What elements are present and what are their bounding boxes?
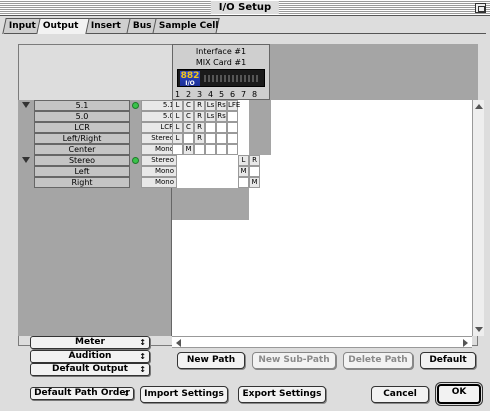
channel-assignment-cell[interactable] bbox=[183, 133, 194, 144]
path-active-icon[interactable] bbox=[132, 157, 139, 164]
popup-arrows-icon: ↕ bbox=[123, 389, 130, 398]
channel-assignment-cell[interactable]: R bbox=[194, 111, 205, 122]
channel-number: 5 bbox=[218, 90, 225, 99]
popup-arrows-icon: ↕ bbox=[139, 352, 146, 361]
audition-popup[interactable]: Audition ↕ bbox=[30, 350, 150, 363]
disclosure-triangle-icon[interactable] bbox=[22, 102, 30, 108]
channel-assignment-cell[interactable]: L bbox=[172, 100, 183, 111]
channel-number: 4 bbox=[207, 90, 214, 99]
title-bar[interactable]: I/O Setup bbox=[0, 0, 490, 16]
path-name-button[interactable]: Left bbox=[34, 166, 130, 177]
channel-assignment-cell[interactable] bbox=[227, 144, 238, 155]
path-name-button[interactable]: 5.0 bbox=[34, 111, 130, 122]
channel-assignment-cell[interactable] bbox=[227, 111, 238, 122]
tab-sample-cell[interactable]: Sample Cell bbox=[152, 18, 220, 34]
card-name: MIX Card #1 bbox=[195, 58, 247, 67]
cancel-button[interactable]: Cancel bbox=[371, 386, 429, 403]
hardware-image: 882 I/O bbox=[177, 69, 265, 87]
path-name-button[interactable]: Right bbox=[34, 177, 130, 188]
channel-assignment-cell[interactable]: L bbox=[172, 122, 183, 133]
vertical-scrollbar[interactable] bbox=[472, 100, 484, 336]
disclosure-triangle-icon[interactable] bbox=[22, 157, 30, 163]
path-name-button[interactable]: Left/Right bbox=[34, 133, 130, 144]
io-setup-window: I/O Setup Input Output Insert Bus Sample… bbox=[0, 0, 490, 411]
tab-insert[interactable]: Insert bbox=[84, 18, 132, 34]
channel-assignment-cell[interactable] bbox=[172, 144, 183, 155]
channel-assignment-cell[interactable] bbox=[216, 144, 227, 155]
channel-assignment-cell[interactable]: R bbox=[194, 122, 205, 133]
meter-popup[interactable]: Meter ↕ bbox=[30, 336, 150, 349]
channel-assignment-cell[interactable]: M bbox=[249, 177, 260, 188]
channel-assignment-cell[interactable]: Rs bbox=[216, 111, 227, 122]
channel-number: 6 bbox=[229, 90, 236, 99]
channel-number: 1 bbox=[174, 90, 181, 99]
channel-assignment-cell[interactable]: Rs bbox=[216, 100, 227, 111]
channel-number: 7 bbox=[240, 90, 247, 99]
channel-assignment-cell[interactable] bbox=[194, 144, 205, 155]
scroll-down-arrow-icon[interactable] bbox=[475, 327, 483, 332]
default-button[interactable]: Default bbox=[420, 352, 476, 369]
path-name-button[interactable]: 5.1 bbox=[34, 100, 130, 111]
channel-assignment-cell[interactable] bbox=[238, 177, 249, 188]
zoom-box-icon[interactable] bbox=[475, 3, 486, 13]
channel-assignment-cell[interactable] bbox=[249, 166, 260, 177]
device-front-panel bbox=[204, 75, 260, 82]
channel-assignment-cell[interactable] bbox=[205, 144, 216, 155]
channel-assignment-cell[interactable]: Ls bbox=[205, 111, 216, 122]
window-title: I/O Setup bbox=[210, 1, 280, 14]
channel-assignment-cell[interactable] bbox=[227, 133, 238, 144]
import-settings-button[interactable]: Import Settings bbox=[140, 386, 228, 403]
scroll-up-arrow-icon[interactable] bbox=[475, 104, 483, 109]
scroll-left-arrow-icon[interactable] bbox=[176, 339, 181, 347]
path-name-button[interactable]: LCR bbox=[34, 122, 130, 133]
interface-name: Interface #1 bbox=[195, 47, 247, 56]
device-badge: 882 I/O bbox=[180, 71, 200, 87]
device-type: I/O bbox=[185, 80, 195, 87]
channel-assignment-cell[interactable]: C bbox=[183, 111, 194, 122]
path-name-button[interactable]: Stereo bbox=[34, 155, 130, 166]
ok-button[interactable]: OK bbox=[437, 384, 481, 404]
channel-assignment-cell[interactable] bbox=[227, 122, 238, 133]
channel-assignment-cell[interactable]: C bbox=[183, 122, 194, 133]
channel-assignment-cell[interactable] bbox=[205, 122, 216, 133]
channel-number: 2 bbox=[185, 90, 192, 99]
path-name-button[interactable]: Center bbox=[34, 144, 130, 155]
channel-assignment-cell[interactable] bbox=[216, 133, 227, 144]
export-settings-button[interactable]: Export Settings bbox=[238, 386, 326, 403]
delete-path-button[interactable]: Delete Path bbox=[343, 352, 413, 369]
new-sub-path-button[interactable]: New Sub-Path bbox=[252, 352, 336, 369]
popup-arrows-icon: ↕ bbox=[139, 338, 146, 347]
default-output-popup[interactable]: Default Output ↕ bbox=[30, 363, 150, 376]
path-format: Stereo bbox=[141, 155, 177, 166]
popup-arrows-icon: ↕ bbox=[139, 365, 146, 374]
channel-assignment-cell[interactable]: C bbox=[183, 100, 194, 111]
tab-output[interactable]: Output bbox=[36, 18, 90, 34]
channel-assignment-cell[interactable]: L bbox=[238, 155, 249, 166]
channel-assignment-cell[interactable] bbox=[205, 133, 216, 144]
channel-assignment-cell[interactable]: L bbox=[172, 111, 183, 122]
path-active-icon[interactable] bbox=[132, 102, 139, 109]
new-path-button[interactable]: New Path bbox=[177, 352, 245, 369]
path-format: Mono bbox=[141, 166, 177, 177]
scroll-right-arrow-icon[interactable] bbox=[463, 339, 468, 347]
default-path-order-popup[interactable]: Default Path Order ↕ bbox=[30, 387, 134, 400]
channel-assignment-cell[interactable] bbox=[216, 122, 227, 133]
channel-assignment-cell[interactable]: R bbox=[194, 133, 205, 144]
channel-assignment-cell[interactable]: L bbox=[172, 133, 183, 144]
channel-assignment-cell[interactable]: M bbox=[183, 144, 194, 155]
channel-assignment-cell[interactable]: R bbox=[249, 155, 260, 166]
channel-assignment-cell[interactable]: M bbox=[238, 166, 249, 177]
channel-assignment-cell[interactable]: R bbox=[194, 100, 205, 111]
channel-number: 8 bbox=[251, 90, 258, 99]
channel-assignment-cell[interactable]: LFE bbox=[227, 100, 240, 111]
channel-number: 3 bbox=[196, 90, 203, 99]
horizontal-scrollbar[interactable] bbox=[172, 336, 472, 348]
channel-assignment-cell[interactable]: Ls bbox=[205, 100, 216, 111]
path-format: Mono bbox=[141, 177, 177, 188]
